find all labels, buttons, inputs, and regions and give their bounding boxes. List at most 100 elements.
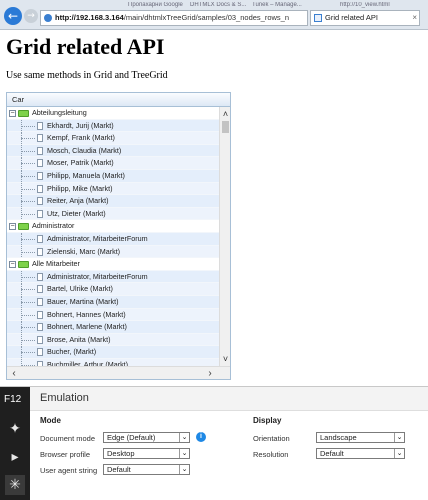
user-agent-label: User agent string <box>40 466 98 475</box>
address-bar[interactable]: http://192.168.3.164/main/dhtmlxTreeGrid… <box>40 10 308 26</box>
column-header-car[interactable]: Car <box>7 93 230 107</box>
scroll-left-icon[interactable]: ‹ <box>9 367 19 379</box>
table-row[interactable]: Buchmiller, Arthur (Markt) <box>7 358 219 366</box>
document-icon <box>37 285 43 294</box>
row-label: Reiter, Anja (Markt) <box>47 196 109 206</box>
page-subtitle: Use same methods in Grid and TreeGrid <box>6 70 168 81</box>
info-icon[interactable]: i <box>196 432 206 442</box>
row-label: Utz, Dieter (Markt) <box>47 208 106 218</box>
document-icon <box>37 121 43 130</box>
folder-icon <box>18 261 29 269</box>
document-mode-select[interactable]: Edge (Default) ⌄ <box>103 432 190 443</box>
table-row[interactable]: Ekhardt, Jurij (Markt) <box>7 119 219 133</box>
table-row[interactable]: Administrator, MitarbeiterForum <box>7 270 219 284</box>
scroll-right-icon[interactable]: › <box>205 367 215 379</box>
tree-branch-line <box>21 188 35 190</box>
document-icon <box>37 297 43 306</box>
scroll-thumb[interactable] <box>222 121 229 133</box>
chevron-down-icon: ⌄ <box>179 449 189 458</box>
table-row[interactable]: Bauer, Martina (Markt) <box>7 295 219 309</box>
tab-title: Grid related API <box>325 13 378 22</box>
browser-tab[interactable]: DHTMLX Docs & S... <box>190 2 250 10</box>
document-icon <box>37 159 43 168</box>
row-label: Administrator, MitarbeiterForum <box>47 233 148 243</box>
devtools-sidebar: F12 ✦ ▸ ✳ <box>0 387 30 500</box>
folder-icon <box>18 223 29 231</box>
collapse-toggle-icon[interactable]: − <box>9 260 16 268</box>
row-label: Bartel, Ulrike (Markt) <box>47 284 113 294</box>
table-row[interactable]: Utz, Dieter (Markt) <box>7 207 219 221</box>
table-row[interactable]: Reiter, Anja (Markt) <box>7 195 219 208</box>
tree-group-row[interactable]: − Administrator <box>7 220 219 233</box>
table-row[interactable]: Mosch, Claudia (Markt) <box>7 144 219 158</box>
browser-profile-select[interactable]: Desktop ⌄ <box>103 448 190 459</box>
scroll-down-icon[interactable]: ˅ <box>220 354 230 364</box>
tree-group-row[interactable]: − Alle Mitarbeiter <box>7 258 219 271</box>
document-mode-value: Edge (Default) <box>107 433 156 442</box>
browser-tab[interactable]: http://10_view.html <box>340 2 426 10</box>
orientation-select[interactable]: Landscape ⌄ <box>316 432 405 443</box>
row-label: Moser, Patrik (Markt) <box>47 158 114 168</box>
collapse-toggle-icon[interactable]: − <box>9 109 16 117</box>
row-label: Bauer, Martina (Markt) <box>47 296 119 306</box>
row-label: Mosch, Claudia (Markt) <box>47 145 122 155</box>
tree-branch-line <box>21 213 35 215</box>
row-label: Ekhardt, Jurij (Markt) <box>47 120 114 130</box>
tree-branch-line <box>21 339 35 341</box>
table-row[interactable]: Philipp, Manuela (Markt) <box>7 169 219 183</box>
back-arrow-icon[interactable]: ← <box>4 7 22 25</box>
horizontal-scrollbar[interactable]: ‹ › <box>7 366 230 379</box>
resolution-select[interactable]: Default ⌄ <box>316 448 405 459</box>
document-icon <box>37 209 43 218</box>
devtools-panel: F12 ✦ ▸ ✳ Emulation Mode Document mode E… <box>0 386 428 500</box>
document-icon <box>37 272 43 281</box>
tree-branch-line <box>21 301 35 303</box>
row-label: Brose, Anita (Markt) <box>47 334 111 344</box>
document-mode-label: Document mode <box>40 434 96 443</box>
collapse-toggle-icon[interactable]: − <box>9 222 16 230</box>
document-icon <box>37 171 43 180</box>
tree-branch-line <box>21 150 35 152</box>
tree-branch-line <box>21 238 35 240</box>
browser-tab[interactable]: Пропахарни Google <box>128 2 188 10</box>
document-icon <box>37 310 43 319</box>
row-label: Abteilungsleitung <box>32 108 87 117</box>
mode-heading: Mode <box>40 416 61 425</box>
document-icon <box>37 335 43 344</box>
table-row[interactable]: Kempf, Frank (Markt) <box>7 132 219 145</box>
tab-grid-related-api[interactable]: Grid related API × <box>310 10 420 26</box>
browser-profile-value: Desktop <box>107 449 135 458</box>
dom-explorer-icon[interactable]: ✦ <box>5 419 25 439</box>
emulation-icon[interactable]: ✳ <box>5 475 25 495</box>
document-icon <box>37 146 43 155</box>
tree-grid: Car − Abteilungsleitung Ekhardt, Jurij (Ma… <box>6 92 231 380</box>
table-row[interactable]: Moser, Patrik (Markt) <box>7 157 219 170</box>
row-label: Bucher, (Markt) <box>47 347 97 357</box>
table-row[interactable]: Administrator, MitarbeiterForum <box>7 232 219 246</box>
table-row[interactable]: Bucher, (Markt) <box>7 346 219 359</box>
resolution-label: Resolution <box>253 450 289 459</box>
table-row[interactable]: Philipp, Mike (Markt) <box>7 182 219 196</box>
table-row[interactable]: Zielenski, Marc (Markt) <box>7 245 219 259</box>
forward-arrow-icon[interactable]: → <box>24 9 38 23</box>
row-label: Buchmiller, Arthur (Markt) <box>47 359 129 366</box>
close-icon[interactable]: × <box>412 11 417 25</box>
document-icon <box>37 134 43 143</box>
user-agent-value: Default <box>107 465 131 474</box>
table-row[interactable]: Brose, Anita (Markt) <box>7 333 219 347</box>
tree-branch-line <box>21 276 35 278</box>
browser-tab[interactable]: Tunek – Manage... <box>252 2 312 10</box>
table-row[interactable]: Bohnert, Marlene (Markt) <box>7 321 219 334</box>
console-icon[interactable]: ▸ <box>5 447 25 467</box>
table-row[interactable]: Bohnert, Hannes (Markt) <box>7 308 219 322</box>
row-label: Zielenski, Marc (Markt) <box>47 246 121 256</box>
scroll-up-icon[interactable]: ˄ <box>220 109 230 119</box>
user-agent-select[interactable]: Default ⌄ <box>103 464 190 475</box>
vertical-scrollbar[interactable]: ˄ ˅ <box>219 107 230 366</box>
document-icon <box>37 234 43 243</box>
url-host: http://192.168.3.164 <box>55 13 124 22</box>
table-row[interactable]: Bartel, Ulrike (Markt) <box>7 283 219 296</box>
page-title: Grid related API <box>6 34 165 59</box>
tree-group-row[interactable]: − Abteilungsleitung <box>7 107 219 120</box>
tree-branch-line <box>21 201 35 203</box>
